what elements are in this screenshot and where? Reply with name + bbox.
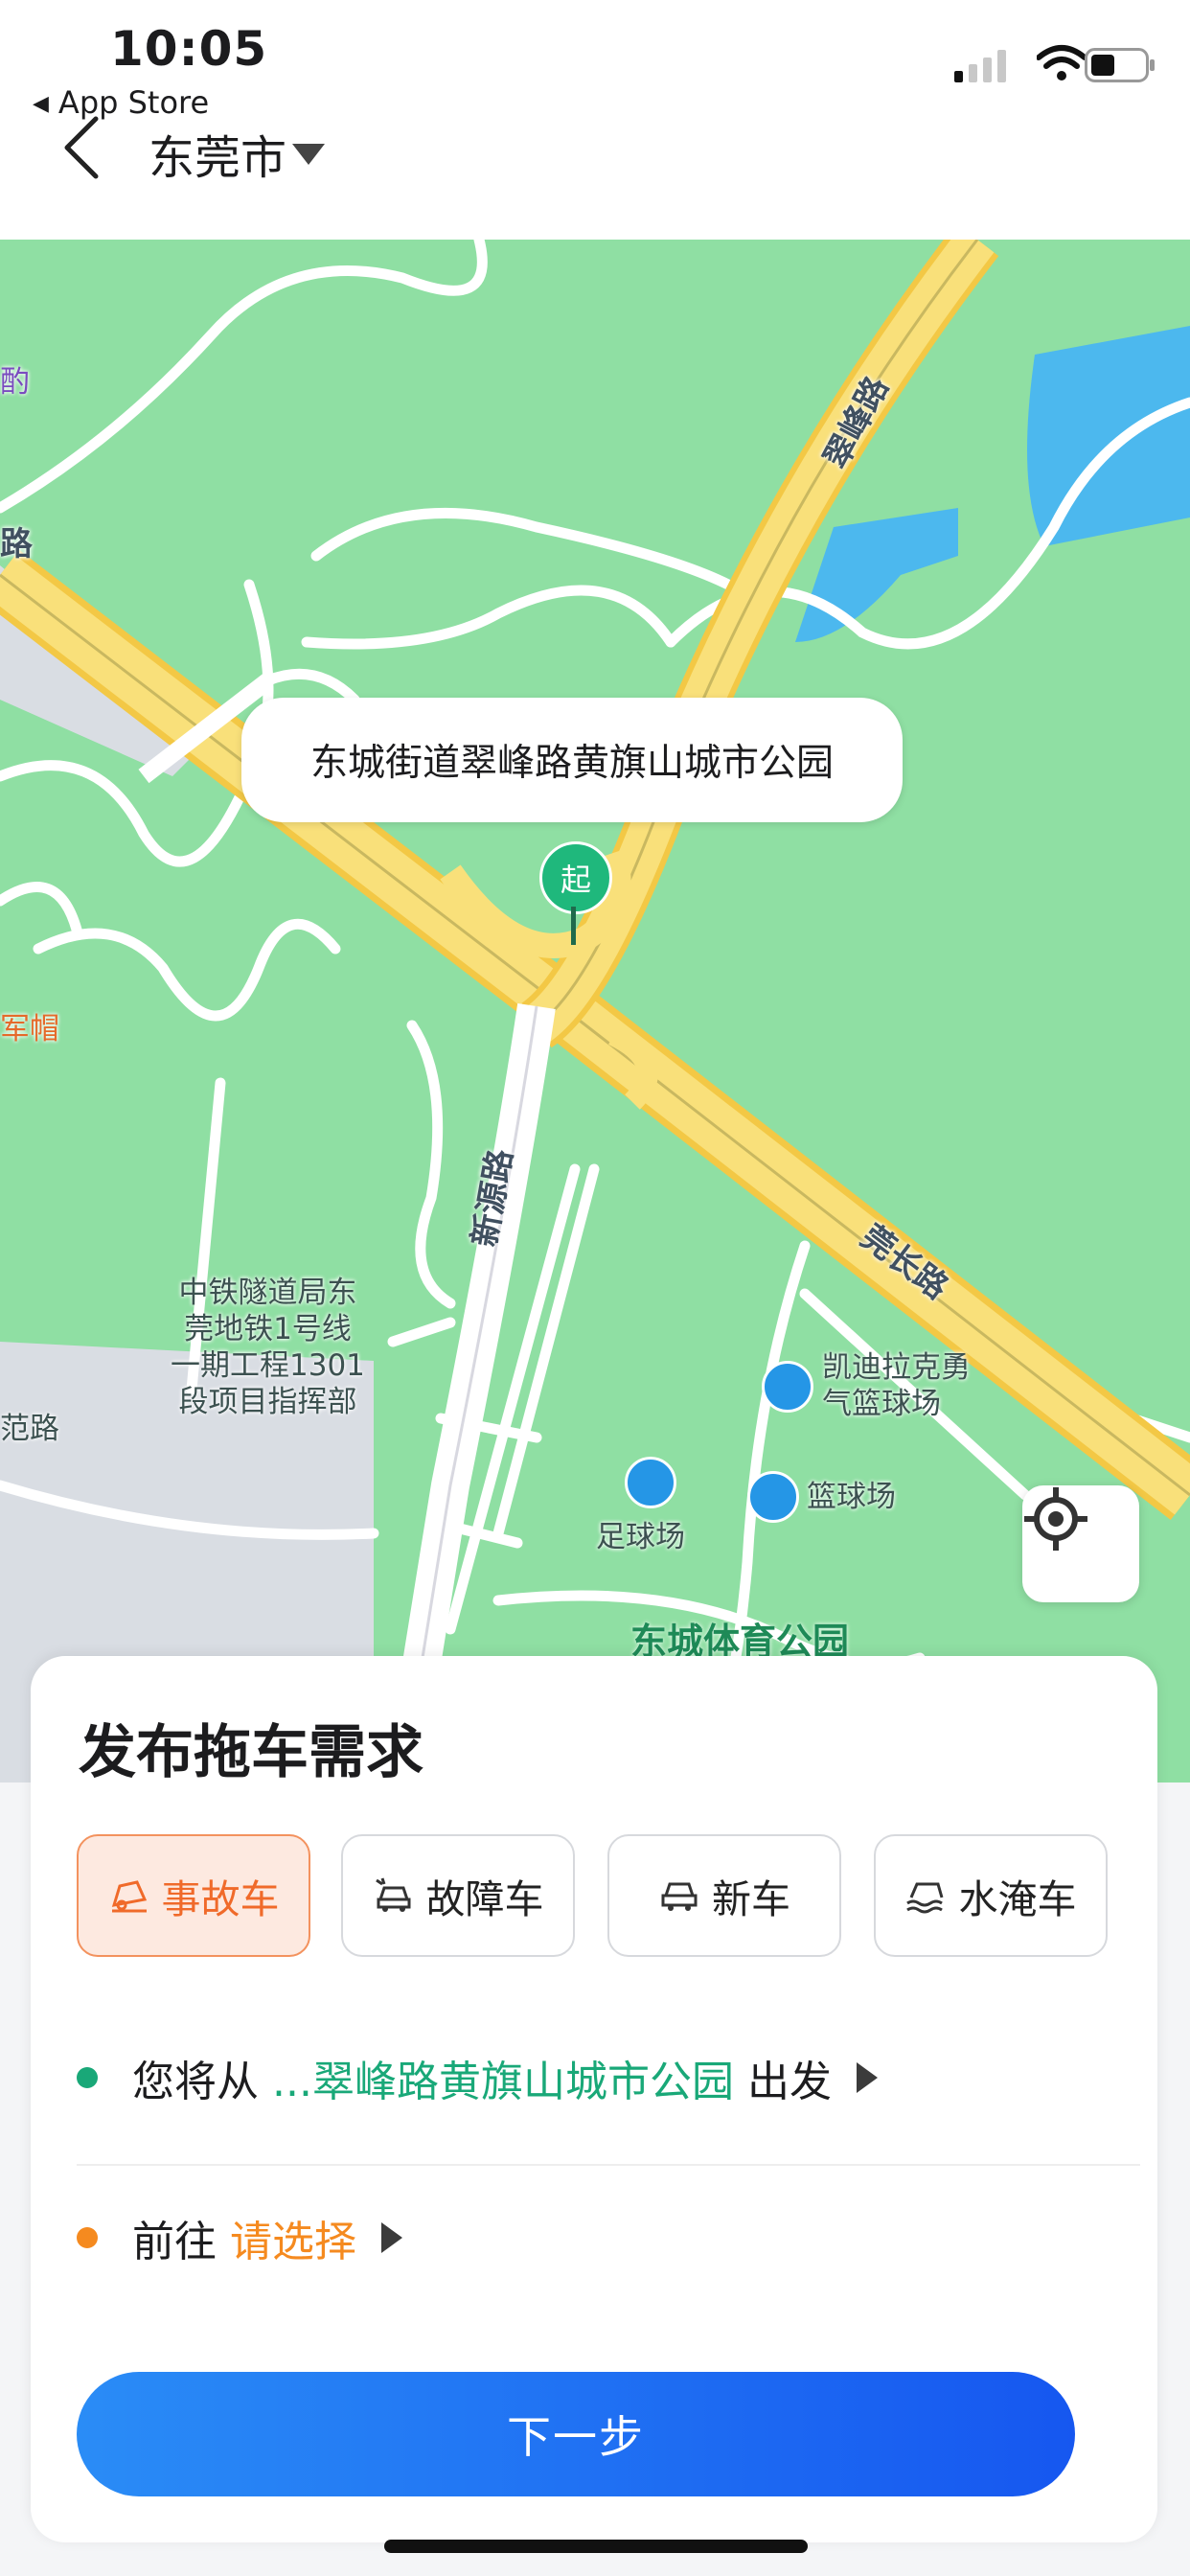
status-time: 10:05	[110, 21, 268, 77]
poi-line: 莞地铁1号线	[184, 1312, 352, 1346]
origin-prefix: 您将从	[132, 2058, 259, 2106]
vehicle-type-label: 事故车	[161, 1876, 280, 1922]
origin-suffix: 出发	[746, 2058, 832, 2106]
back-chevron-icon[interactable]	[56, 113, 113, 182]
locate-me-button[interactable]	[1022, 1485, 1139, 1602]
destination-placeholder: 请选择	[230, 2218, 356, 2266]
poi-line: 段项目指挥部	[178, 1385, 357, 1419]
map-edge-label: 范路	[0, 1412, 59, 1446]
poi-line: 气篮球场	[822, 1387, 941, 1421]
status-bar: 10:05 ◀ App Store 东莞市	[0, 0, 1190, 240]
divider	[77, 2164, 1140, 2166]
start-pin-stem	[571, 907, 576, 945]
football-poi-icon[interactable]	[625, 1457, 676, 1508]
caret-down-icon	[292, 144, 326, 165]
start-location-callout[interactable]: 东城街道翠峰路黄旗山城市公园	[241, 698, 903, 822]
flooded-car-icon	[905, 1882, 943, 1914]
city-label: 东莞市	[149, 131, 287, 185]
origin-place: ...翠峰路黄旗山城市公园	[272, 2058, 734, 2106]
caret-right-icon	[856, 2062, 878, 2093]
vehicle-type-label: 水淹车	[958, 1876, 1077, 1922]
next-step-button[interactable]: 下一步	[77, 2372, 1075, 2496]
city-selector[interactable]: 东莞市	[149, 120, 326, 187]
poi-line: 中铁隧道局东	[178, 1276, 357, 1310]
new-car-icon	[661, 1882, 698, 1911]
vehicle-type-flooded[interactable]: 水淹车	[874, 1834, 1108, 1957]
poi-line: 凯迪拉克勇	[822, 1350, 971, 1385]
vehicle-type-label: 故障车	[425, 1876, 544, 1922]
basketball-poi-icon[interactable]	[762, 1361, 813, 1413]
vehicle-type-label: 新车	[712, 1876, 790, 1922]
wifi-icon	[1037, 45, 1087, 80]
battery-icon	[1085, 48, 1155, 82]
origin-dot-icon	[77, 2067, 98, 2088]
vehicle-type-selector: 事故车 故障车 新车 水淹车	[77, 1834, 1111, 1961]
vehicle-type-new[interactable]: 新车	[607, 1834, 841, 1957]
poi-football-field[interactable]: 足球场	[596, 1519, 685, 1555]
vehicle-type-breakdown[interactable]: 故障车	[341, 1834, 575, 1957]
crosshair-icon	[1024, 1487, 1087, 1551]
poi-basketball-court[interactable]: 篮球场	[807, 1479, 896, 1515]
cellular-signal-icon	[954, 50, 1006, 82]
back-triangle-icon: ◀	[33, 92, 49, 116]
home-indicator	[384, 2540, 808, 2553]
poi-tunnel-bureau[interactable]: 中铁隧道局东 莞地铁1号线 一期工程1301 段项目指挥部	[171, 1275, 365, 1420]
tow-request-panel: 发布拖车需求 事故车 故障车 新车 水淹车 您将从 ...翠峰路黄旗山城市公园 …	[31, 1656, 1157, 2542]
origin-row[interactable]: 您将从 ...翠峰路黄旗山城市公园 出发	[77, 2047, 1111, 2108]
panel-title: 发布拖车需求	[79, 1719, 423, 1786]
destination-row[interactable]: 前往 请选择	[77, 2207, 1111, 2268]
destination-dot-icon	[77, 2227, 98, 2248]
map-view[interactable]: 酌 路 军帽 范路 翠峰路 新源路 莞长路 中铁隧道局东 莞地铁1号线 一期工程…	[0, 240, 1190, 1782]
map-edge-label: 酌	[0, 365, 30, 400]
map-edge-label: 路	[0, 525, 33, 564]
poi-cadillac-court[interactable]: 凯迪拉克勇 气篮球场	[822, 1349, 971, 1422]
accident-car-icon	[111, 1880, 147, 1913]
map-edge-label: 军帽	[0, 1012, 59, 1046]
start-pin-marker: 起	[539, 841, 612, 914]
map-canvas	[0, 240, 1190, 1782]
vehicle-type-accident[interactable]: 事故车	[77, 1834, 310, 1957]
poi-line: 一期工程1301	[171, 1348, 365, 1383]
destination-prefix: 前往	[132, 2218, 217, 2266]
caret-right-icon	[381, 2222, 402, 2253]
basketball-poi-icon[interactable]	[747, 1471, 799, 1523]
breakdown-car-icon	[375, 1877, 410, 1912]
